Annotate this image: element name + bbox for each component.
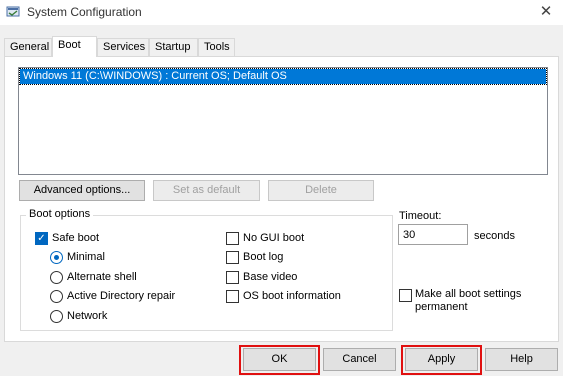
seconds-label: seconds [474, 230, 515, 242]
boot-tab-panel: Windows 11 (C:\WINDOWS) : Current OS; De… [4, 56, 559, 342]
tab-label: Services [103, 41, 146, 53]
checkmark-icon: ✓ [35, 232, 48, 245]
set-as-default-button[interactable]: Set as default [153, 180, 260, 201]
cancel-button[interactable]: Cancel [323, 348, 396, 371]
os-boot-information-checkbox[interactable]: OS boot information [226, 289, 356, 305]
delete-button[interactable]: Delete [268, 180, 374, 201]
base-video-label: Base video [243, 271, 298, 283]
msconfig-icon [6, 6, 20, 17]
make-permanent-label: Make all boot settings permanent [415, 288, 522, 313]
close-icon: ✕ [539, 3, 553, 20]
apply-highlight-box [401, 345, 482, 375]
active-directory-repair-radio[interactable]: Active Directory repair [50, 289, 190, 305]
tab-label: Boot [58, 39, 81, 51]
close-button[interactable]: ✕ [535, 2, 557, 22]
title-bar: System Configuration ✕ [0, 0, 563, 26]
advanced-options-button[interactable]: Advanced options... [19, 180, 145, 201]
tab-label: General [10, 41, 50, 53]
tab-tools[interactable]: Tools [198, 38, 235, 56]
boot-options-title: Boot options [26, 208, 94, 220]
os-boot-information-label: OS boot information [243, 290, 341, 302]
checkbox-icon [226, 271, 239, 284]
tab-services[interactable]: Services [97, 38, 149, 56]
network-radio[interactable]: Network [50, 309, 130, 325]
checkbox-icon [226, 251, 239, 264]
os-list-item[interactable]: Windows 11 (C:\WINDOWS) : Current OS; De… [19, 68, 547, 85]
boot-options-group: Boot options ✓ Safe boot Minimal Alterna… [20, 208, 393, 331]
radio-selected-icon [50, 251, 63, 264]
no-gui-boot-checkbox[interactable]: No GUI boot [226, 231, 316, 247]
timeout-input[interactable] [398, 224, 468, 245]
minimal-label: Minimal [67, 251, 105, 263]
safe-boot-label: Safe boot [52, 232, 100, 244]
radio-icon [50, 310, 63, 323]
checkbox-icon [226, 232, 239, 245]
tab-startup[interactable]: Startup [149, 38, 198, 56]
base-video-checkbox[interactable]: Base video [226, 270, 316, 286]
timeout-label: Timeout: [399, 210, 442, 222]
checkbox-icon [226, 290, 239, 303]
os-listbox[interactable]: Windows 11 (C:\WINDOWS) : Current OS; De… [18, 67, 548, 175]
tab-general[interactable]: General [4, 38, 52, 56]
make-permanent-checkbox[interactable]: Make all boot settings permanent [399, 287, 549, 317]
tab-label: Startup [155, 41, 191, 53]
window-title: System Configuration [27, 5, 142, 19]
alternate-shell-radio[interactable]: Alternate shell [50, 270, 160, 286]
tab-label: Tools [204, 41, 230, 53]
no-gui-boot-label: No GUI boot [243, 232, 305, 244]
radio-icon [50, 290, 63, 303]
ok-highlight-box [239, 345, 320, 375]
active-directory-repair-label: Active Directory repair [67, 290, 176, 302]
checkbox-icon [399, 289, 412, 302]
minimal-radio[interactable]: Minimal [50, 250, 130, 266]
tab-boot[interactable]: Boot [52, 36, 97, 57]
alternate-shell-label: Alternate shell [67, 271, 137, 283]
radio-icon [50, 271, 63, 284]
boot-log-label: Boot log [243, 251, 284, 263]
boot-log-checkbox[interactable]: Boot log [226, 250, 306, 266]
safe-boot-checkbox[interactable]: ✓ Safe boot [35, 231, 115, 247]
help-button[interactable]: Help [485, 348, 558, 371]
network-label: Network [67, 310, 108, 322]
